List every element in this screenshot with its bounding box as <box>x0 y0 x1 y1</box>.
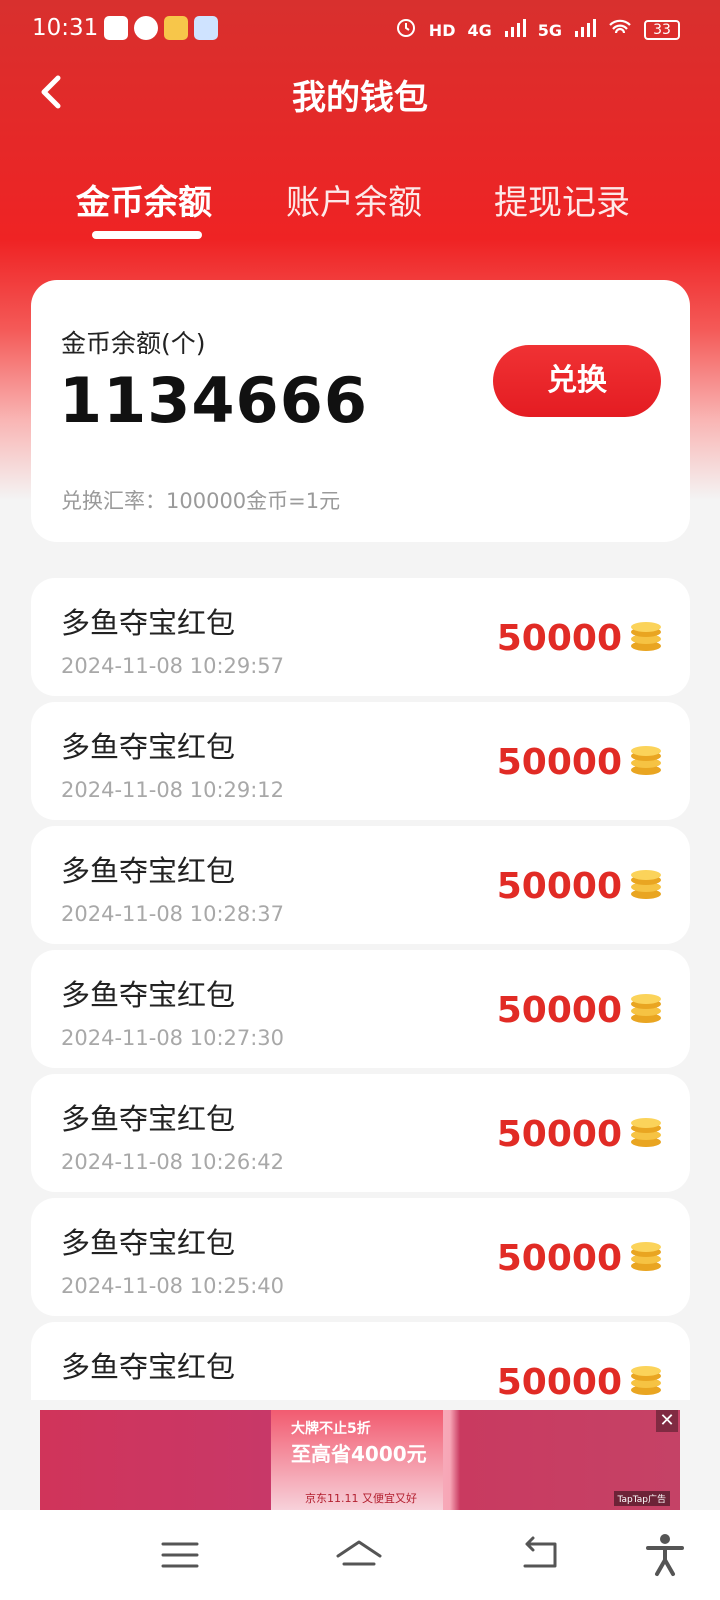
system-nav-bar <box>0 1510 720 1600</box>
ad-footer: 京东11.11 又便宜又好 <box>305 1492 417 1505</box>
coin-stack-icon <box>631 746 661 775</box>
ad-headline: 大牌不止5折 <box>291 1421 371 1437</box>
list-item[interactable]: 多鱼夺宝红包 2024-11-08 10:28:37 50000 <box>31 826 690 944</box>
menu-icon <box>161 1542 199 1568</box>
record-title: 多鱼夺宝红包 <box>61 606 236 640</box>
record-time: 2024-11-08 10:26:42 <box>61 1150 285 1174</box>
accessibility-icon <box>646 1534 684 1576</box>
exchange-button[interactable]: 兑换 <box>493 345 661 417</box>
page-title: 我的钱包 <box>292 78 428 118</box>
record-amount: 50000 <box>496 742 622 783</box>
coin-stack-icon <box>631 1366 661 1395</box>
record-amount: 50000 <box>496 618 622 659</box>
notification-app-icon <box>194 16 218 40</box>
balance-value: 1134666 <box>59 364 368 437</box>
network-4g-label: 4G <box>467 20 492 40</box>
tab-withdraw-records[interactable]: 提现记录 <box>462 175 662 224</box>
tab-coin-balance[interactable]: 金币余额 <box>44 175 244 224</box>
record-time: 2024-11-08 10:28:37 <box>61 902 285 926</box>
list-item[interactable]: 多鱼夺宝红包 50000 <box>31 1322 690 1400</box>
list-item[interactable]: 多鱼夺宝红包 2024-11-08 10:27:30 50000 <box>31 950 690 1068</box>
home-button[interactable] <box>334 1532 384 1578</box>
back-nav-button[interactable] <box>515 1532 565 1578</box>
battery-indicator: 33 <box>644 20 680 40</box>
wallet-tabs: 金币余额 账户余额 提现记录 <box>0 175 720 245</box>
status-time: 10:31 <box>32 15 99 41</box>
alarm-icon <box>395 16 417 44</box>
back-icon <box>523 1536 557 1568</box>
tab-account-balance[interactable]: 账户余额 <box>254 175 454 224</box>
list-item[interactable]: 多鱼夺宝红包 2024-11-08 10:29:12 50000 <box>31 702 690 820</box>
record-amount: 50000 <box>496 1238 622 1279</box>
ad-subline: 至高省4000元 <box>291 1442 427 1466</box>
ad-badge: TapTap广告 <box>613 1491 670 1506</box>
coin-stack-icon <box>631 1118 661 1147</box>
record-title: 多鱼夺宝红包 <box>61 978 236 1012</box>
coin-stack-icon <box>631 622 661 651</box>
record-title: 多鱼夺宝红包 <box>61 1102 236 1136</box>
record-title: 多鱼夺宝红包 <box>61 1226 236 1260</box>
active-tab-indicator <box>92 231 202 239</box>
record-amount: 50000 <box>496 1362 622 1400</box>
exchange-rate-text: 兑换汇率：100000金币=1元 <box>61 489 341 513</box>
notification-app-icon <box>164 16 188 40</box>
record-title: 多鱼夺宝红包 <box>61 730 236 764</box>
record-time: 2024-11-08 10:29:12 <box>61 778 285 802</box>
coin-stack-icon <box>631 994 661 1023</box>
record-time: 2024-11-08 10:27:30 <box>61 1026 285 1050</box>
hd-label: HD <box>428 20 456 40</box>
ad-creative[interactable]: 大牌不止5折 至高省4000元 京东11.11 又便宜又好 <box>271 1410 443 1510</box>
record-amount: 50000 <box>496 866 622 907</box>
signal-icon <box>504 18 526 43</box>
home-icon <box>336 1540 382 1566</box>
status-bar: 10:31 HD 4G 5G 33 <box>0 0 720 58</box>
menu-button[interactable] <box>155 1532 205 1578</box>
record-title: 多鱼夺宝红包 <box>61 1350 236 1384</box>
balance-label: 金币余额(个) <box>61 329 206 358</box>
record-title: 多鱼夺宝红包 <box>61 854 236 888</box>
close-icon[interactable]: ✕ <box>656 1410 678 1432</box>
list-item[interactable]: 多鱼夺宝红包 2024-11-08 10:29:57 50000 <box>31 578 690 696</box>
accessibility-button[interactable] <box>640 1532 690 1578</box>
record-amount: 50000 <box>496 990 622 1031</box>
balance-card: 金币余额(个) 1134666 兑换 兑换汇率：100000金币=1元 <box>31 280 690 542</box>
chat-icon <box>134 16 158 40</box>
wifi-icon <box>608 18 632 43</box>
network-5g-label: 5G <box>537 20 562 40</box>
list-item[interactable]: 多鱼夺宝红包 2024-11-08 10:25:40 50000 <box>31 1198 690 1316</box>
ad-banner[interactable]: 大牌不止5折 至高省4000元 京东11.11 又便宜又好 ✕ TapTap广告 <box>40 1410 680 1510</box>
record-time: 2024-11-08 10:29:57 <box>61 654 285 678</box>
coin-stack-icon <box>631 1242 661 1271</box>
coin-stack-icon <box>631 870 661 899</box>
title-bar: 我的钱包 <box>0 58 720 128</box>
notification-app-icon <box>104 16 128 40</box>
signal-icon <box>574 18 596 43</box>
list-item[interactable]: 多鱼夺宝红包 2024-11-08 10:26:42 50000 <box>31 1074 690 1192</box>
coin-records-list[interactable]: 多鱼夺宝红包 2024-11-08 10:29:57 50000 多鱼夺宝红包 … <box>31 578 690 1400</box>
record-time: 2024-11-08 10:25:40 <box>61 1274 285 1298</box>
record-amount: 50000 <box>496 1114 622 1155</box>
